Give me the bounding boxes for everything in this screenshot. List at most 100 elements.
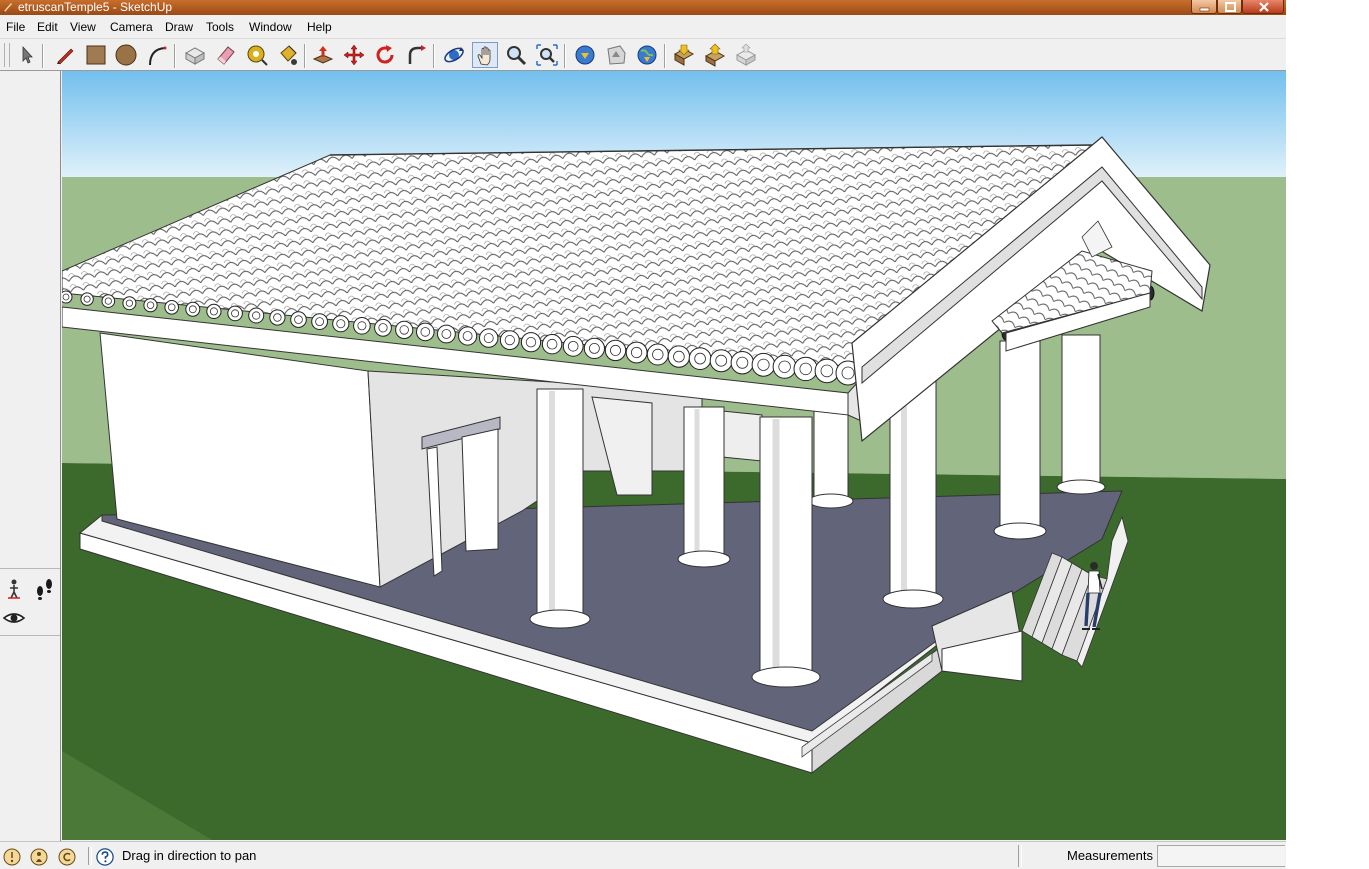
roof-antefix [458, 326, 478, 346]
title-bar: etruscanTemple5 - SketchUp [0, 0, 1286, 15]
menu-bar: File Edit View Camera Draw Tools Window … [0, 17, 1286, 38]
roof-antefix [520, 332, 542, 353]
share-component-button[interactable] [733, 42, 759, 68]
globe-icon [637, 45, 657, 65]
orbit-tool-button[interactable] [441, 42, 467, 68]
roof-antefix [646, 343, 669, 366]
credits-icon[interactable] [30, 848, 48, 866]
roof-antefix [541, 334, 563, 355]
minimize-button[interactable] [1191, 0, 1217, 14]
status-separator [88, 847, 92, 865]
walk-button[interactable] [32, 577, 58, 601]
question-icon[interactable] [96, 848, 114, 866]
make-component-button[interactable] [182, 42, 208, 68]
share-component-icon [735, 43, 757, 66]
footprints-icon [37, 579, 52, 600]
status-message: Drag in direction to pan [122, 848, 257, 863]
arc-tool-button[interactable] [144, 42, 170, 68]
copyright-icon[interactable] [58, 848, 76, 866]
menu-view[interactable]: View [70, 17, 96, 38]
menu-tools[interactable]: Tools [206, 17, 234, 38]
move-tool-button[interactable] [341, 42, 367, 68]
main-toolbar [0, 38, 1286, 71]
tape-measure-icon [247, 45, 268, 66]
previous-view-icon [575, 45, 595, 65]
geo-location-icon[interactable] [3, 848, 21, 866]
roof-antefix [730, 351, 754, 375]
column-front-1 [529, 388, 591, 629]
follow-me-tool-button[interactable] [403, 42, 429, 68]
paint-bucket-tool-button[interactable] [275, 42, 301, 68]
next-view-button[interactable] [603, 42, 629, 68]
hand-icon [477, 46, 491, 66]
eraser-tool-button[interactable] [213, 42, 239, 68]
status-bar: Drag in direction to pan Measurements [0, 841, 1286, 869]
menu-draw[interactable]: Draw [165, 17, 193, 38]
get-models-button[interactable] [671, 42, 697, 68]
tape-measure-tool-button[interactable] [244, 42, 270, 68]
roof-antefix [290, 311, 307, 328]
roof-antefix [374, 318, 392, 337]
sketchup-window: etruscanTemple5 - SketchUp File Edit Vie… [0, 0, 1286, 869]
move-icon [343, 44, 365, 66]
rotate-tool-button[interactable] [372, 42, 398, 68]
column-back-2 [1056, 334, 1106, 495]
toolbar-separator [304, 44, 306, 68]
toolbar-separator [174, 44, 176, 68]
zoom-tool-button[interactable] [503, 42, 529, 68]
circle-icon [115, 44, 137, 66]
temple-scene [62, 71, 1286, 840]
cella-door-panel-2 [721, 410, 763, 462]
menu-camera[interactable]: Camera [110, 17, 153, 38]
previous-view-button[interactable] [572, 42, 598, 68]
toolbar-separator [664, 44, 666, 68]
maximize-button[interactable] [1217, 0, 1242, 14]
roof-antefix [101, 294, 116, 308]
measurements-separator [1018, 845, 1022, 867]
rotate-icon [376, 45, 394, 64]
sketchup-app-icon [3, 3, 12, 13]
select-tool-button[interactable] [14, 42, 40, 68]
eraser-icon [217, 46, 235, 65]
column-front-3 [751, 416, 821, 688]
close-button[interactable] [1242, 0, 1284, 14]
menu-edit[interactable]: Edit [37, 17, 58, 38]
roof-antefix [562, 335, 584, 357]
model-viewport[interactable] [62, 71, 1286, 840]
roof-antefix [143, 298, 158, 313]
roof-antefix [814, 358, 840, 384]
roof-antefix [62, 290, 73, 304]
add-location-button[interactable] [634, 42, 660, 68]
menu-help[interactable]: Help [307, 17, 332, 38]
column-back-3 [993, 340, 1047, 540]
roof-antefix [625, 341, 648, 364]
pan-tool-button[interactable] [472, 42, 498, 68]
roof-antefix [667, 345, 691, 368]
left-tool-palette [0, 71, 61, 841]
roof-antefix [332, 315, 350, 333]
look-around-button[interactable] [2, 606, 28, 630]
line-tool-button[interactable] [52, 42, 78, 68]
push-pull-tool-button[interactable] [310, 42, 336, 68]
eye-icon [2, 613, 26, 623]
roof-antefix [206, 303, 222, 319]
rectangle-tool-button[interactable] [83, 42, 109, 68]
roof-antefix [395, 320, 414, 339]
circle-tool-button[interactable] [113, 42, 139, 68]
component-icon [184, 47, 206, 65]
position-camera-button[interactable] [2, 577, 28, 601]
roof-antefix [709, 349, 733, 373]
roof-antefix [793, 356, 818, 382]
toolbar-grip[interactable] [4, 43, 10, 67]
rectangle-icon [86, 45, 106, 65]
zoom-extents-icon [536, 44, 558, 66]
toolbar-separator [433, 44, 435, 68]
walkthrough-tools [0, 568, 60, 636]
next-view-icon [607, 45, 626, 65]
share-model-button[interactable] [702, 42, 728, 68]
column-back-1 [808, 410, 854, 509]
menu-window[interactable]: Window [249, 17, 292, 38]
menu-file[interactable]: File [6, 17, 25, 38]
measurements-input[interactable] [1157, 845, 1285, 867]
zoom-extents-tool-button[interactable] [534, 42, 560, 68]
